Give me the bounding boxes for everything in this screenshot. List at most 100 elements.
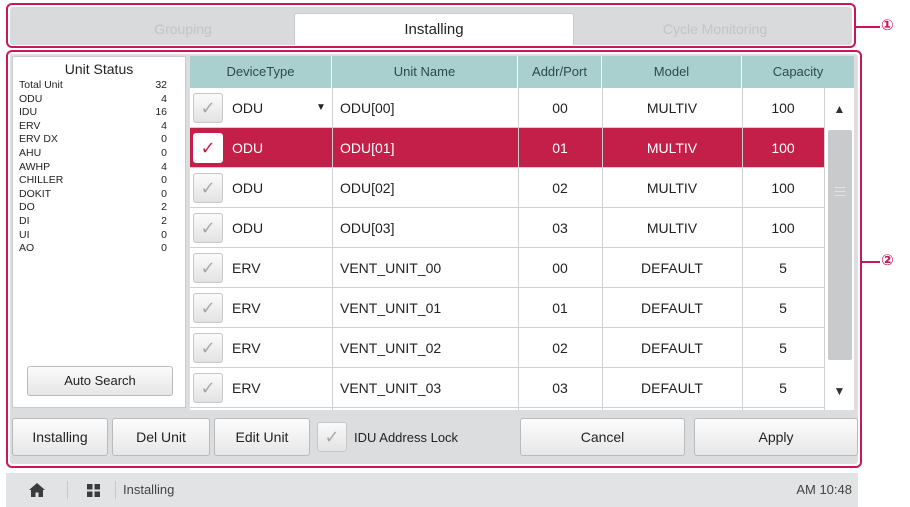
cell-unit-name: VENT_UNIT_01 <box>340 288 518 328</box>
cell-model: DEFAULT <box>602 248 742 288</box>
cell-capacity-text: 5 <box>779 340 787 356</box>
cell-model-text: DEFAULT <box>641 260 703 276</box>
row-checkbox[interactable]: ✓ <box>193 333 223 363</box>
cell-device-type[interactable]: ODU ▼ <box>232 88 332 128</box>
cell-addr-port: 02 <box>518 328 602 368</box>
cell-device-type: ERV <box>232 368 332 408</box>
cell-device-type: ODU <box>232 128 332 168</box>
cancel-button[interactable]: Cancel <box>520 418 685 456</box>
cell-addr-port-text: 01 <box>552 140 568 156</box>
checkmark-icon: ✓ <box>200 378 216 398</box>
cell-capacity-text: 100 <box>771 180 795 196</box>
row-checkbox[interactable]: ✓ <box>193 173 223 203</box>
cell-addr-port: 00 <box>518 248 602 288</box>
cell-capacity-text: 5 <box>779 260 787 276</box>
cell-capacity: 5 <box>742 368 824 408</box>
cell-addr-port-text: 00 <box>552 260 568 276</box>
cell-capacity-text: 5 <box>779 300 787 316</box>
tab-cycle-monitoring[interactable]: Cycle Monitoring <box>610 13 820 45</box>
table-row[interactable]: ✓ ERV VENT_UNIT_00 00 DEFAULT 5 <box>190 248 824 288</box>
idu-address-lock-checkbox[interactable]: ✓ <box>317 422 347 452</box>
tab-installing[interactable]: Installing <box>294 13 574 45</box>
installing-button[interactable]: Installing <box>12 418 108 456</box>
cell-device-type-text: ERV <box>232 380 261 396</box>
cell-model: MULTIV <box>602 88 742 128</box>
unit-status-row: DOKIT 0 <box>13 188 185 202</box>
row-checkbox[interactable]: ✓ <box>193 253 223 283</box>
column-divider <box>332 88 333 410</box>
cell-model: MULTIV <box>602 128 742 168</box>
row-checkbox[interactable]: ✓ <box>193 293 223 323</box>
scrollbar-grip-line <box>835 187 845 188</box>
unit-status-label: AWHP <box>19 160 51 173</box>
cell-addr-port: 03 <box>518 368 602 408</box>
table-row[interactable]: ✓ ODU ODU[03] 03 MULTIV 100 <box>190 208 824 248</box>
cell-unit-name-text: VENT_UNIT_00 <box>340 260 442 276</box>
unit-status-label: AO <box>19 242 35 255</box>
cell-capacity: 5 <box>742 328 824 368</box>
unit-status-row: AWHP 4 <box>13 161 185 175</box>
callout-2-line <box>862 261 880 263</box>
table-scrollbar[interactable]: ▲ ▼ <box>824 88 854 410</box>
table-header: DeviceType Unit Name Addr/Port Model Cap… <box>190 56 854 88</box>
unit-status-count: 2 <box>161 214 167 227</box>
cell-device-type: ERV <box>232 328 332 368</box>
home-icon[interactable] <box>28 482 46 498</box>
unit-status-count: 4 <box>161 160 167 173</box>
auto-search-button[interactable]: Auto Search <box>27 366 173 396</box>
callout-1-label: ① <box>881 16 894 34</box>
row-checkbox[interactable]: ✓ <box>193 213 223 243</box>
table-row[interactable]: ✓ ODU ▼ ODU[00] 00 MULTIV 100 <box>190 88 824 128</box>
scrollbar-thumb[interactable] <box>828 130 852 360</box>
unit-status-label: CHILLER <box>19 174 64 187</box>
unit-status-count: 0 <box>161 228 167 241</box>
table-row[interactable]: ✓ ODU ODU[02] 02 MULTIV 100 <box>190 168 824 208</box>
unit-status-list: Total Unit 32 ODU 4 IDU 16 ERV 4 ERV DX 0 AHU 0 AWHP… <box>13 79 185 256</box>
row-checkbox[interactable]: ✓ <box>193 133 223 163</box>
cell-unit-name: VENT_UNIT_02 <box>340 328 518 368</box>
cell-addr-port-text: 00 <box>552 100 568 116</box>
del-unit-button[interactable]: Del Unit <box>112 418 210 456</box>
cell-capacity: 100 <box>742 208 824 248</box>
unit-status-label: ODU <box>19 92 43 105</box>
grid-icon[interactable] <box>87 484 100 497</box>
cell-unit-name: ODU[03] <box>340 208 518 248</box>
scroll-up-icon[interactable]: ▲ <box>825 90 854 128</box>
cell-capacity-text: 5 <box>779 380 787 396</box>
edit-unit-button[interactable]: Edit Unit <box>214 418 310 456</box>
table-row[interactable]: ✓ ERV VENT_UNIT_02 02 DEFAULT 5 <box>190 328 824 368</box>
row-checkbox[interactable]: ✓ <box>193 93 223 123</box>
chevron-down-icon[interactable]: ▼ <box>316 88 326 128</box>
scroll-down-icon[interactable]: ▼ <box>825 372 854 410</box>
cell-unit-name: ODU[00] <box>340 88 518 128</box>
cell-unit-name-text: VENT_UNIT_01 <box>340 300 442 316</box>
cell-device-type-text: ERV <box>232 340 261 356</box>
bottom-status-bar: Installing AM 10:48 <box>6 473 858 507</box>
unit-status-label: Total Unit <box>19 79 63 91</box>
row-checkbox[interactable]: ✓ <box>193 373 223 403</box>
table-row[interactable]: ✓ ERV VENT_UNIT_03 03 DEFAULT 5 <box>190 368 824 408</box>
tab-bar: Grouping Installing Cycle Monitoring <box>10 7 852 45</box>
cell-model: MULTIV <box>602 168 742 208</box>
unit-status-count: 0 <box>161 133 167 146</box>
cell-unit-name-text: VENT_UNIT_02 <box>340 340 442 356</box>
tab-grouping[interactable]: Grouping <box>68 13 298 45</box>
table-row[interactable]: ✓ ERV VENT_UNIT_01 01 DEFAULT 5 <box>190 288 824 328</box>
cell-device-type: ODU <box>232 168 332 208</box>
header-device-type: DeviceType <box>190 56 332 88</box>
cell-device-type-text: ODU <box>232 100 264 116</box>
cell-model-text: MULTIV <box>646 180 698 196</box>
unit-status-row: DI 2 <box>13 215 185 229</box>
cell-model: DEFAULT <box>602 368 742 408</box>
cell-capacity-text: 100 <box>771 220 795 236</box>
cell-unit-name-text: ODU[01] <box>340 140 395 156</box>
cell-device-type: ERV <box>232 288 332 328</box>
cell-model-text: MULTIV <box>646 220 698 236</box>
unit-status-row: AO 0 <box>13 242 185 256</box>
unit-status-row: ERV DX 0 <box>13 133 185 147</box>
table-row[interactable]: ✓ ODU ODU[01] 01 MULTIV 100 <box>190 128 824 168</box>
column-divider <box>742 88 743 410</box>
apply-button[interactable]: Apply <box>694 418 858 456</box>
unit-status-row: ERV 4 <box>13 120 185 134</box>
unit-status-panel: Unit Status Total Unit 32 ODU 4 IDU 16 ERV 4 ERV… <box>12 56 186 408</box>
